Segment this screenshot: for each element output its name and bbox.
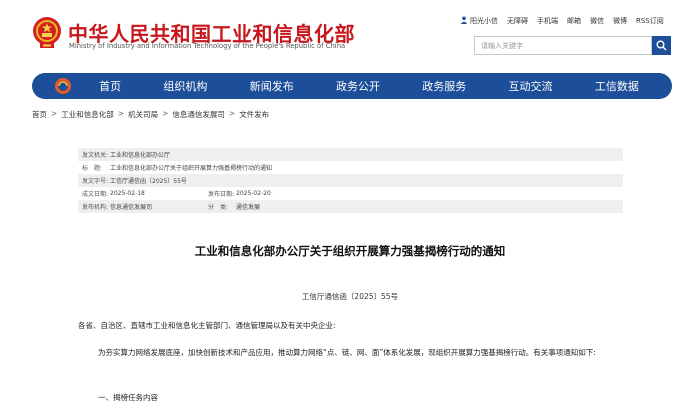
breadcrumb-separator: > (228, 109, 236, 118)
top-link-accessibility[interactable]: 无障碍 (507, 16, 528, 26)
search-icon (656, 40, 667, 51)
article-title: 工业和信息化部办公厅关于组织开展算力强基揭榜行动的通知 (194, 244, 506, 258)
breadcrumb-separator: > (117, 109, 125, 118)
article-paragraph: 为夯实算力网络发展底座，加快创新技术和产品应用，推动算力网络“点、链、网、面”体… (98, 348, 596, 357)
person-icon (460, 16, 468, 24)
search-button[interactable] (652, 36, 671, 55)
miit-logo-icon (55, 78, 71, 94)
published-label: 发布日期: (208, 191, 235, 198)
publisher-value: 信息通信发展司 (110, 204, 153, 211)
top-link-sunshine[interactable]: 阳光小信 (460, 16, 498, 26)
info-row-title: 标 题: 工业和信息化部办公厅关于组织开展算力强基揭榜行动的通知 (78, 161, 623, 174)
breadcrumb-departments[interactable]: 机关司局 (128, 109, 158, 120)
site-header: 中华人民共和国工业和信息化部 Ministry of Industry and … (0, 0, 700, 68)
issuer-value: 工业和信息化部办公厅 (110, 152, 171, 159)
top-link-mobile[interactable]: 手机端 (537, 16, 558, 26)
search-input[interactable]: 请输入关键字 (474, 36, 652, 55)
breadcrumb-telecom-dept[interactable]: 信息通信发展司 (172, 109, 225, 120)
top-link-weibo[interactable]: 微博 (613, 16, 627, 26)
article-doc-number: 工信厅通信函〔2025〕55号 (301, 292, 399, 301)
top-link-rss[interactable]: RSS订阅 (636, 16, 664, 26)
top-link-wechat[interactable]: 微信 (590, 16, 604, 26)
breadcrumb-ministry[interactable]: 工业和信息化部 (61, 109, 114, 120)
nav-item-government-affairs[interactable]: 政务公开 (336, 78, 380, 94)
article-section-heading: 一、揭榜任务内容 (98, 393, 158, 402)
created-value: 2025-02-18 (110, 190, 145, 197)
docno-value: 工信厅通信函〔2025〕55号 (110, 178, 187, 185)
nav-item-interaction[interactable]: 互动交流 (509, 78, 553, 94)
site-subtitle: Ministry of Industry and Information Tec… (69, 42, 346, 50)
category-value: 通信发展 (236, 204, 261, 211)
info-row-publisher: 发布机构: 信息通信发展司 分 类: 通信发展 (78, 200, 623, 213)
breadcrumb-home[interactable]: 首页 (32, 109, 47, 120)
breadcrumb-separator: > (162, 109, 169, 118)
nav-item-news[interactable]: 新闻发布 (250, 78, 294, 94)
info-row-dates: 成文日期: 2025-02-18 发布日期: 2025-02-20 (78, 187, 623, 200)
issuer-label: 发文机关: (82, 152, 109, 159)
created-label: 成文日期: (82, 191, 109, 198)
top-link-email[interactable]: 邮箱 (567, 16, 581, 26)
article-salutation: 各省、自治区、直辖市工业和信息化主管部门、通信管理局以及有关中央企业: (78, 321, 336, 330)
info-row-docno: 发文字号: 工信厅通信函〔2025〕55号 (78, 174, 623, 187)
main-nav: 首页 组织机构 新闻发布 政务公开 政务服务 互动交流 工信数据 (32, 73, 672, 99)
info-row-issuer: 发文机关: 工业和信息化部办公厅 (78, 148, 623, 161)
top-links: 阳光小信 无障碍 手机端 邮箱 微信 微博 RSS订阅 (460, 16, 664, 26)
document-info-table: 发文机关: 工业和信息化部办公厅 标 题: 工业和信息化部办公厅关于组织开展算力… (78, 148, 623, 213)
docno-label: 发文字号: (82, 178, 109, 185)
national-emblem-icon[interactable] (32, 16, 62, 50)
nav-item-data[interactable]: 工信数据 (595, 78, 639, 94)
nav-logo[interactable] (48, 73, 78, 99)
title-label: 标 题: (82, 165, 103, 172)
breadcrumb-documents[interactable]: 文件发布 (239, 109, 269, 120)
published-value: 2025-02-20 (236, 190, 271, 197)
nav-item-services[interactable]: 政务服务 (422, 78, 466, 94)
nav-item-organization[interactable]: 组织机构 (163, 78, 207, 94)
category-label: 分 类: (208, 204, 229, 211)
nav-item-home[interactable]: 首页 (99, 78, 121, 94)
breadcrumb: 首页 > 工业和信息化部 > 机关司局 > 信息通信发展司 > 文件发布 (32, 109, 269, 120)
publisher-label: 发布机构: (82, 204, 109, 211)
title-value: 工业和信息化部办公厅关于组织开展算力强基揭榜行动的通知 (110, 165, 273, 172)
breadcrumb-separator: > (51, 109, 58, 118)
